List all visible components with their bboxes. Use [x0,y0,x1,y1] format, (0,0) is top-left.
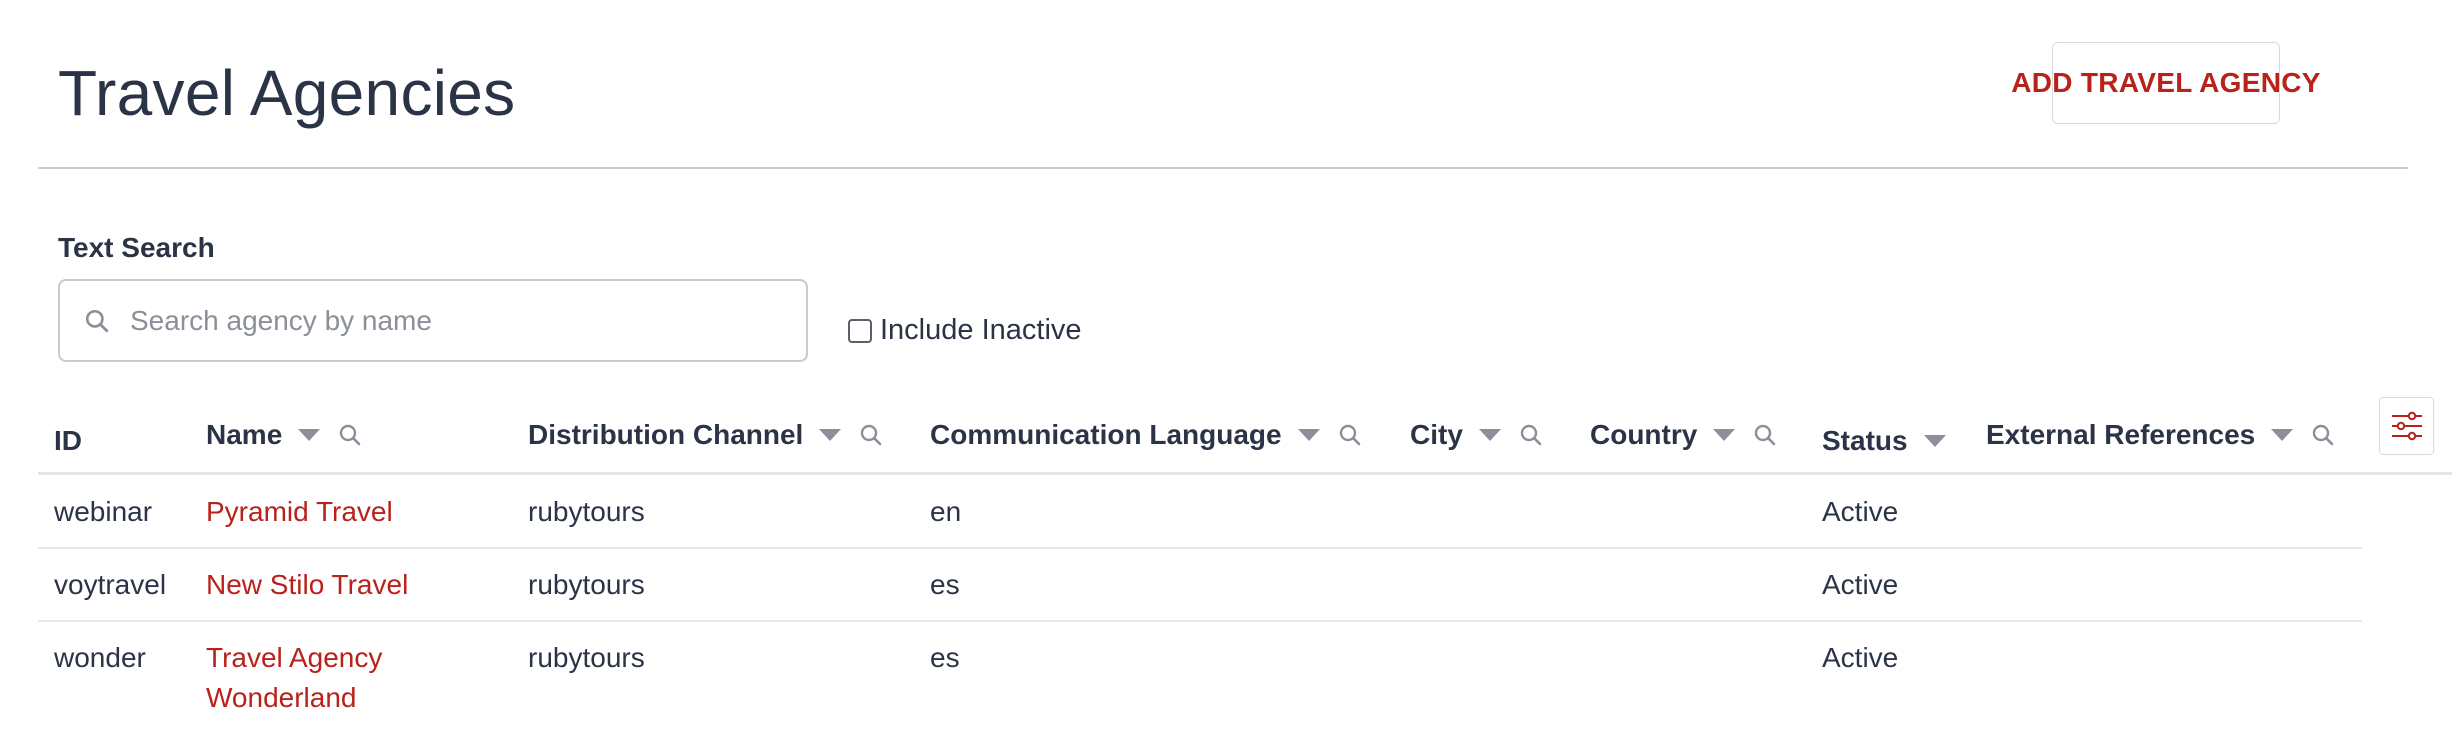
cell-id: wonder [54,642,146,673]
sort-down-icon[interactable] [1923,435,1946,447]
sort-down-icon[interactable] [1297,429,1320,441]
search-icon[interactable] [1519,423,1543,447]
add-travel-agency-button[interactable]: ADD TRAVEL AGENCY [2011,42,2320,124]
column-header-communication-language[interactable]: Communication Language [930,410,1362,460]
sort-down-icon[interactable] [819,429,842,441]
agency-name-line: Wonderland [206,682,357,713]
search-icon[interactable] [1338,423,1362,447]
search-icon[interactable] [859,423,883,447]
search-icon[interactable] [2311,423,2335,447]
column-header-status[interactable]: Status [1822,416,1946,466]
cell-status: Active [1822,569,1899,600]
column-header-id: ID [54,425,82,456]
cell-communication-language: es [930,569,960,600]
sort-down-icon[interactable] [2271,429,2294,441]
include-inactive-toggle[interactable]: Include Inactive [848,314,1082,347]
agency-name-line: Travel Agency [206,642,383,673]
cell-id: webinar [54,496,153,527]
text-search-label: Text Search [58,232,215,263]
sort-down-icon[interactable] [1713,429,1736,441]
cell-distribution-channel: rubytours [528,642,645,673]
column-header-city[interactable]: City [1410,410,1543,460]
search-icon[interactable] [1753,423,1777,447]
cell-distribution-channel: rubytours [528,496,645,527]
column-header-country[interactable]: Country [1590,410,1777,460]
table-header-divider [38,472,2452,475]
search-input[interactable] [130,304,770,337]
column-header-distribution-channel[interactable]: Distribution Channel [528,410,883,460]
agency-name-link[interactable]: Pyramid Travel [206,492,393,532]
sort-down-icon[interactable] [298,429,321,441]
search-icon [85,309,109,332]
row-divider [38,620,2362,622]
cell-distribution-channel: rubytours [528,569,645,600]
search-icon[interactable] [338,423,362,447]
agency-name-link[interactable]: Travel Agency Wonderland [206,638,382,718]
agency-name-link[interactable]: New Stilo Travel [206,565,408,605]
page-title: Travel Agencies [58,57,516,129]
include-inactive-checkbox[interactable] [848,318,872,343]
travel-agencies-page: Travel Agencies ADD TRAVEL AGENCY Text S… [0,0,2452,740]
column-header-name[interactable]: Name [206,410,362,460]
sliders-icon [2391,411,2422,441]
search-field[interactable] [58,279,808,362]
row-divider [38,547,2362,549]
cell-communication-language: en [930,496,962,527]
header-divider [38,167,2408,169]
column-settings-button[interactable] [2379,397,2434,455]
sort-down-icon[interactable] [1478,429,1501,441]
cell-status: Active [1822,496,1899,527]
include-inactive-label: Include Inactive [880,314,1082,346]
column-header-external-references[interactable]: External References [1986,410,2335,460]
cell-communication-language: es [930,642,960,673]
cell-id: voytravel [54,569,167,600]
cell-status: Active [1822,642,1899,673]
